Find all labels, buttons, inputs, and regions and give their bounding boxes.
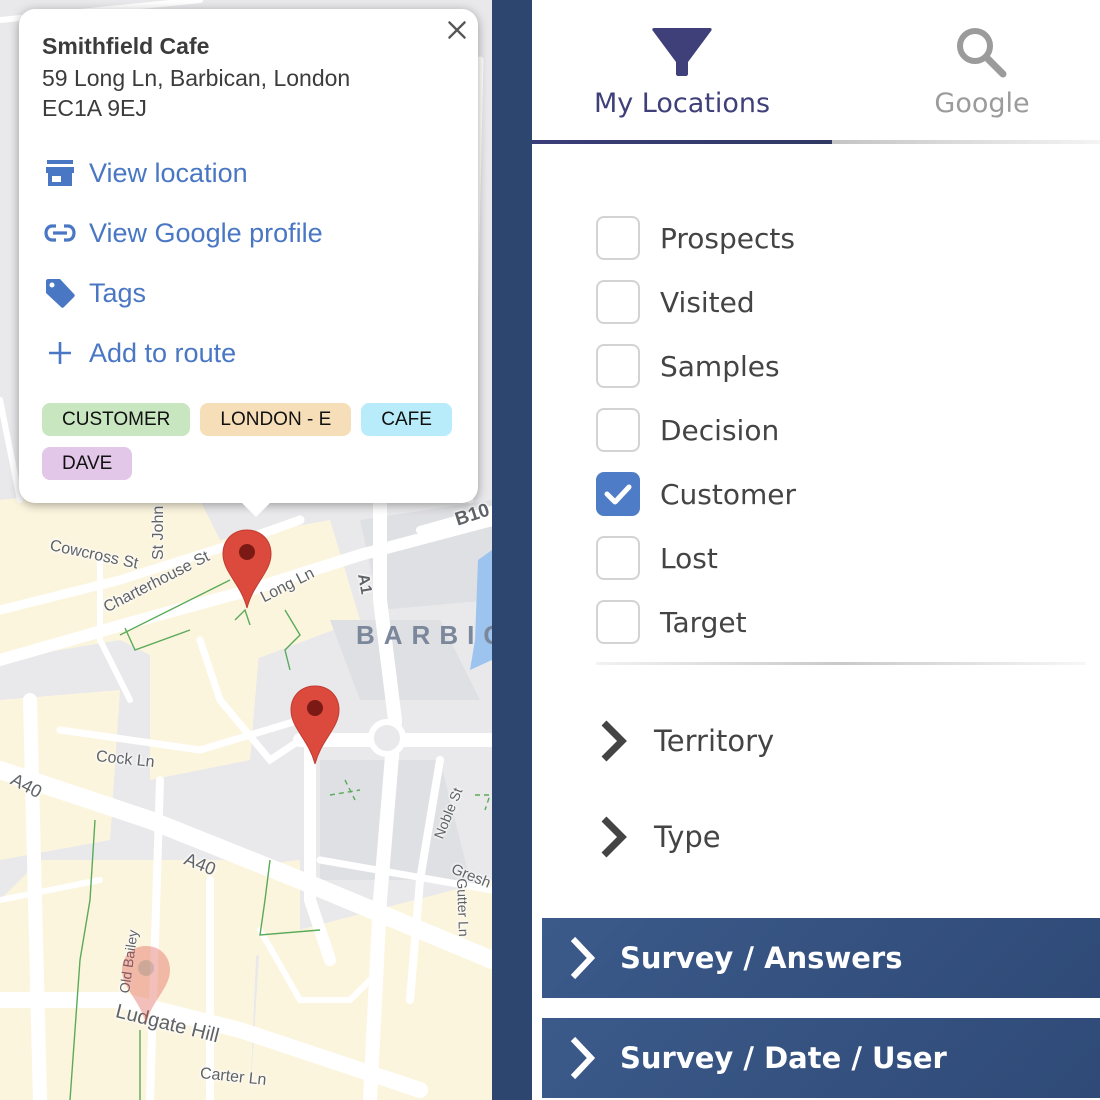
store-icon (43, 156, 77, 190)
checkbox[interactable] (596, 536, 640, 580)
add-to-route-button[interactable]: Add to route (43, 335, 236, 371)
filter-label: Visited (660, 285, 755, 319)
expander-type[interactable]: Type (596, 812, 721, 862)
popup-tail (241, 502, 271, 517)
tags-link[interactable]: Tags (43, 275, 146, 311)
divider (596, 662, 1086, 665)
filter-panel: My Locations Google Prospects Visited Sa… (532, 0, 1100, 1100)
section-survey-answers[interactable]: Survey / Answers (542, 918, 1100, 998)
tab-google-label: Google (934, 88, 1030, 119)
filter-lost[interactable]: Lost (596, 534, 718, 582)
tab-active-indicator (532, 140, 832, 144)
view-google-profile-label: View Google profile (89, 217, 323, 248)
filter-visited[interactable]: Visited (596, 278, 755, 326)
tag-list: CUSTOMER LONDON - E CAFE DAVE (42, 403, 462, 480)
chevron-right-icon (570, 936, 596, 980)
tag-chip[interactable]: DAVE (42, 447, 133, 480)
add-to-route-label: Add to route (89, 337, 237, 368)
filter-target[interactable]: Target (596, 598, 747, 646)
section-label: Survey / Answers (620, 941, 903, 975)
filter-customer[interactable]: Customer (596, 470, 796, 518)
expander-label: Type (654, 820, 721, 854)
filter-label: Target (660, 605, 747, 639)
tag-chip[interactable]: CAFE (361, 403, 452, 436)
tag-chip[interactable]: CUSTOMER (42, 403, 191, 436)
filter-samples[interactable]: Samples (596, 342, 780, 390)
filter-prospects[interactable]: Prospects (596, 214, 795, 262)
checkbox[interactable] (596, 408, 640, 452)
chevron-right-icon (570, 1036, 596, 1080)
location-title: Smithfield Cafe (42, 33, 210, 59)
close-icon[interactable] (444, 17, 470, 43)
view-location-link[interactable]: View location (43, 155, 248, 191)
checkbox[interactable] (596, 216, 640, 260)
panel-divider (492, 0, 532, 1100)
search-icon (957, 28, 1007, 78)
tab-google[interactable]: Google (832, 0, 1100, 140)
checkbox[interactable] (596, 600, 640, 644)
street-label: St John (150, 505, 167, 560)
checkbox-checked[interactable] (596, 472, 640, 516)
tag-icon (43, 276, 77, 310)
expander-territory[interactable]: Territory (596, 716, 774, 766)
tab-inactive-indicator (832, 140, 1100, 144)
address-line-1: 59 Long Ln, Barbican, London (42, 65, 351, 91)
section-label: Survey / Date / User (620, 1041, 947, 1075)
map-pin-faded[interactable] (120, 944, 172, 1026)
expander-label: Territory (654, 724, 775, 758)
view-location-label: View location (89, 157, 248, 188)
link-icon (43, 216, 77, 250)
road-label: A1 (354, 572, 375, 596)
chevron-right-icon (601, 720, 627, 762)
checkbox[interactable] (596, 344, 640, 388)
view-google-profile-link[interactable]: View Google profile (43, 215, 323, 251)
tag-chip[interactable]: LONDON - E (200, 403, 352, 436)
filter-label: Prospects (660, 221, 795, 255)
plus-icon (43, 336, 77, 370)
filter-label: Samples (660, 349, 780, 383)
street-label: Gutter Ln (454, 878, 473, 937)
filter-label: Customer (660, 477, 797, 511)
tags-label: Tags (89, 277, 147, 308)
filter-decision[interactable]: Decision (596, 406, 779, 454)
map[interactable]: Cowcross St St John Charterhouse St Long… (0, 0, 492, 1100)
tab-my-locations[interactable]: My Locations (532, 0, 832, 140)
map-pin-smithfield[interactable] (221, 528, 273, 610)
address-line-2: EC1A 9EJ (42, 95, 147, 121)
tab-my-locations-label: My Locations (593, 88, 771, 119)
filter-label: Lost (660, 541, 718, 575)
map-pin[interactable] (289, 684, 341, 766)
district-label: BARBIC (356, 620, 492, 650)
chevron-right-icon (601, 816, 627, 858)
filter-icon (652, 28, 712, 76)
section-survey-date-user[interactable]: Survey / Date / User (542, 1018, 1100, 1098)
checkbox[interactable] (596, 280, 640, 324)
location-info-popup: Smithfield Cafe 59 Long Ln, Barbican, Lo… (19, 9, 478, 517)
location-address: 59 Long Ln, Barbican, London EC1A 9EJ (42, 63, 350, 123)
filter-label: Decision (660, 413, 780, 447)
checkmark-icon (604, 484, 632, 505)
